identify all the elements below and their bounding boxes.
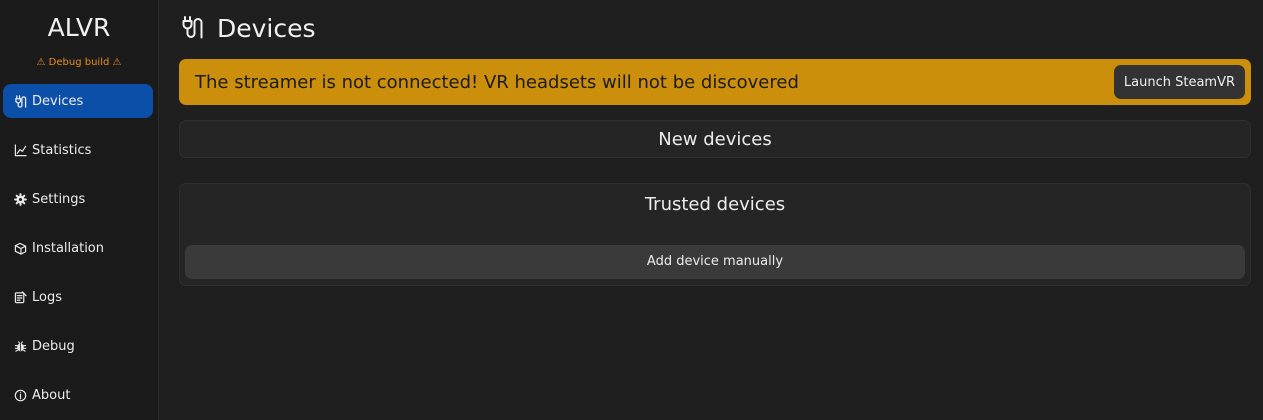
main-content: Devices The streamer is not connected! V… [159,0,1263,420]
launch-steamvr-button[interactable]: Launch SteamVR [1113,65,1245,99]
plug-icon [181,15,205,41]
sidebar-item-label: Installation [32,240,105,256]
plug-icon [13,94,27,108]
sidebar-item-debug[interactable]: Debug [3,329,153,363]
app-title: ALVR [47,13,111,42]
trusted-devices-panel: Trusted devices Add device manually [179,183,1251,286]
banner-message: The streamer is not connected! VR headse… [195,71,799,93]
info-icon [13,388,27,402]
sidebar-item-label: About [32,387,71,403]
sidebar-item-label: Devices [32,93,84,109]
installation-icon [13,241,27,255]
page-title: Devices [217,13,316,43]
sidebar-item-statistics[interactable]: Statistics [3,133,153,167]
streamer-warning-banner: The streamer is not connected! VR headse… [179,59,1251,105]
add-device-manually-button[interactable]: Add device manually [185,245,1245,279]
debug-build-badge: ⚠ Debug build ⚠ [36,57,122,68]
chart-icon [13,143,27,157]
logs-icon [13,290,27,304]
sidebar-item-settings[interactable]: Settings [3,182,153,216]
page-header: Devices [181,12,316,44]
sidebar-item-label: Logs [32,289,62,305]
new-devices-panel: New devices [179,120,1251,158]
sidebar-item-logs[interactable]: Logs [3,280,153,314]
sidebar-nav: Devices Statistics Settings Installation… [3,84,153,420]
sidebar-item-label: Statistics [32,142,92,158]
trusted-devices-title: Trusted devices [644,194,786,215]
sidebar-item-label: Debug [32,338,75,354]
app-window: ALVR ⚠ Debug build ⚠ Devices Statistics … [0,0,1263,420]
sidebar-item-installation[interactable]: Installation [3,231,153,265]
new-devices-title: New devices [658,129,772,150]
sidebar-item-label: Settings [32,191,86,207]
bug-icon [13,339,27,353]
sidebar-item-about[interactable]: About [3,378,153,412]
sidebar: ALVR ⚠ Debug build ⚠ Devices Statistics … [0,0,159,420]
gear-icon [13,192,27,206]
sidebar-item-devices[interactable]: Devices [3,84,153,118]
